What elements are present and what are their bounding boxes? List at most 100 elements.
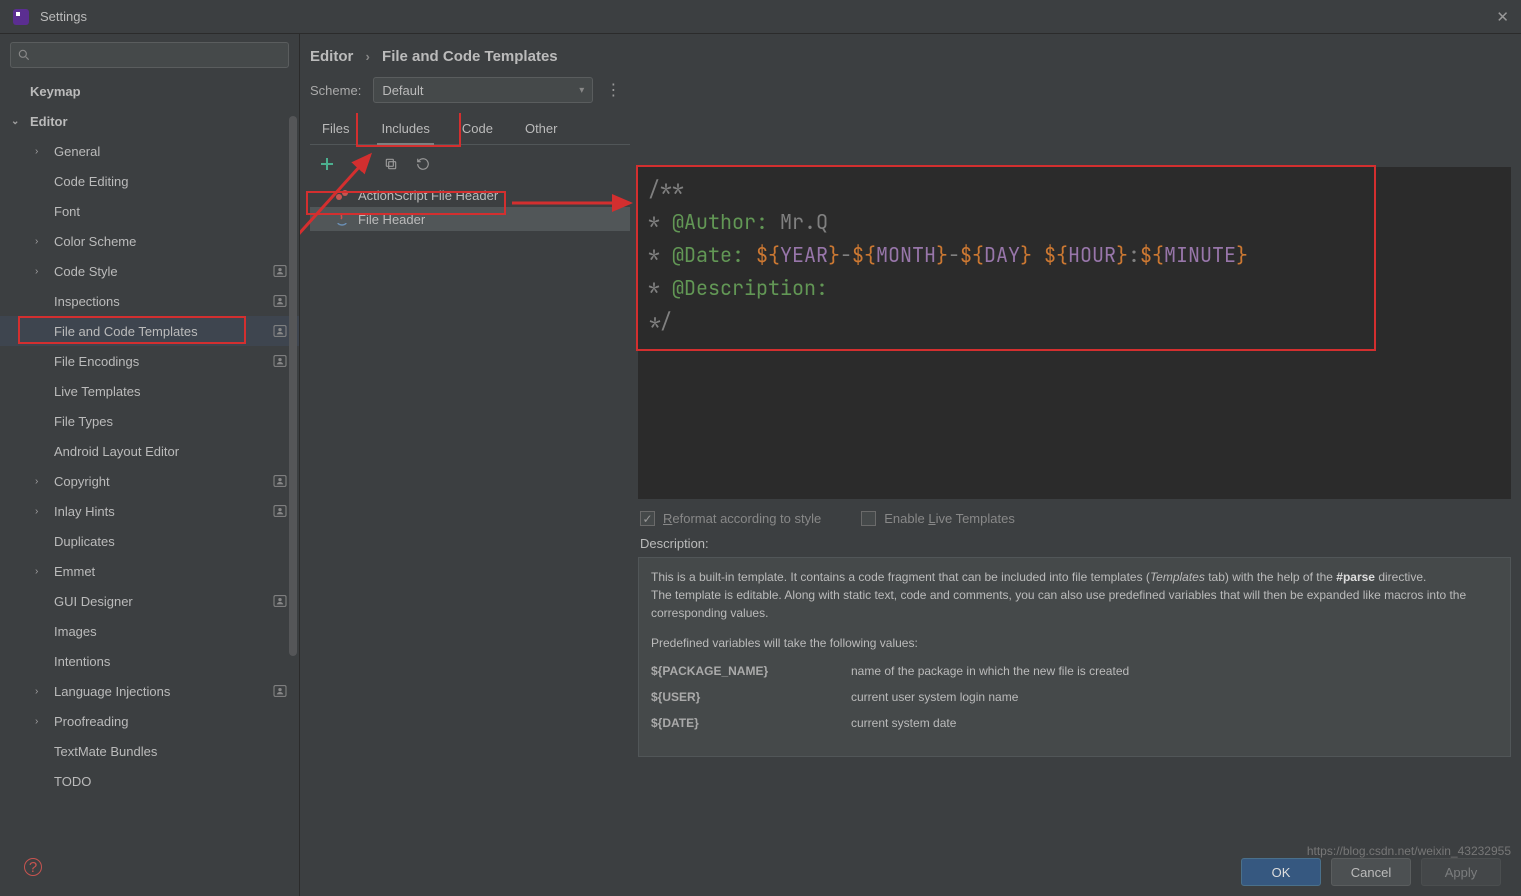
tree-item-emmet[interactable]: ›Emmet — [0, 556, 299, 586]
variable-row: ${PACKAGE_NAME}name of the package in wh… — [651, 658, 1498, 684]
search-box[interactable] — [10, 42, 289, 68]
template-item-label: ActionScript File Header — [358, 188, 498, 203]
apply-button[interactable]: Apply — [1421, 858, 1501, 886]
code: DAY — [984, 242, 1020, 268]
tree-item-todo[interactable]: TODO — [0, 766, 299, 796]
copy-template-button[interactable] — [382, 155, 400, 173]
tab-files[interactable]: Files — [318, 117, 353, 144]
tree-item-code-style[interactable]: ›Code Style — [0, 256, 299, 286]
label: Inspections — [54, 294, 120, 309]
tabs: Files Includes Code Other — [310, 113, 630, 145]
tree-item-color-scheme[interactable]: ›Color Scheme — [0, 226, 299, 256]
search-input[interactable] — [35, 48, 282, 63]
tree-item-font[interactable]: Font — [0, 196, 299, 226]
code: * — [648, 275, 672, 301]
description-box[interactable]: This is a built-in template. It contains… — [638, 557, 1511, 757]
tree-item-keymap[interactable]: Keymap — [0, 76, 299, 106]
tree-item-file-encodings[interactable]: File Encodings — [0, 346, 299, 376]
label: Reformat according to style — [663, 511, 821, 526]
label: Inlay Hints — [54, 504, 115, 519]
label: File Types — [54, 414, 113, 429]
chevron-down-icon: ▾ — [579, 85, 584, 96]
search-icon — [17, 48, 31, 62]
tab-other[interactable]: Other — [521, 117, 562, 144]
template-editor[interactable]: /** * @Author: Mr.Q * @Date: ${YEAR}-${M… — [638, 167, 1511, 499]
tree-item-code-editing[interactable]: Code Editing — [0, 166, 299, 196]
tree-item-language-injections[interactable]: ›Language Injections — [0, 676, 299, 706]
profile-icon — [271, 262, 289, 280]
tree-item-editor[interactable]: ⌄Editor — [0, 106, 299, 136]
scrollbar-thumb[interactable] — [289, 116, 297, 656]
tree-item-gui-designer[interactable]: GUI Designer — [0, 586, 299, 616]
variable-desc: current user system login name — [851, 688, 1018, 706]
code: ${ — [960, 242, 984, 268]
breadcrumb-b: File and Code Templates — [382, 48, 558, 65]
template-file-header[interactable]: File Header — [310, 207, 630, 231]
ok-button[interactable]: OK — [1241, 858, 1321, 886]
revert-template-button[interactable] — [414, 155, 432, 173]
code: @Author: — [672, 209, 780, 235]
chevron-right-icon: › — [35, 146, 38, 157]
help-icon[interactable]: ? — [24, 858, 42, 876]
tree-item-duplicates[interactable]: Duplicates — [0, 526, 299, 556]
desc-p1: This is a built-in template. It contains… — [651, 568, 1498, 586]
code: MONTH — [876, 242, 936, 268]
tree-item-images[interactable]: Images — [0, 616, 299, 646]
tree-item-file-types[interactable]: File Types — [0, 406, 299, 436]
label: Android Layout Editor — [54, 444, 179, 459]
chevron-down-icon: ⌄ — [11, 116, 19, 127]
more-actions-icon[interactable]: ⋮ — [605, 80, 622, 100]
desc-p3: Predefined variables will take the follo… — [651, 634, 1498, 652]
editor-options: Reformat according to style Enable Live … — [638, 499, 1511, 534]
code: ${ — [1140, 242, 1164, 268]
tree-item-inspections[interactable]: Inspections — [0, 286, 299, 316]
settings-tree: Keymap ⌄Editor ›GeneralCode EditingFont›… — [0, 76, 299, 896]
code: ${ — [852, 242, 876, 268]
actionscript-icon — [334, 187, 350, 203]
close-icon[interactable]: ✕ — [1496, 8, 1509, 26]
sidebar-scrollbar[interactable] — [289, 116, 297, 886]
tree-item-textmate-bundles[interactable]: TextMate Bundles — [0, 736, 299, 766]
tree-item-live-templates[interactable]: Live Templates — [0, 376, 299, 406]
code: } — [1236, 242, 1248, 268]
tab-code[interactable]: Code — [458, 117, 497, 144]
tree-item-copyright[interactable]: ›Copyright — [0, 466, 299, 496]
tree-item-android-layout-editor[interactable]: Android Layout Editor — [0, 436, 299, 466]
code: - — [948, 242, 960, 268]
breadcrumb-a[interactable]: Editor — [310, 48, 353, 65]
code: } — [1116, 242, 1128, 268]
tree-item-inlay-hints[interactable]: ›Inlay Hints — [0, 496, 299, 526]
chevron-right-icon: › — [35, 266, 38, 277]
template-list: ActionScript File Header File Header — [310, 183, 630, 231]
java-icon — [334, 211, 350, 227]
label: TextMate Bundles — [54, 744, 157, 759]
label: TODO — [54, 774, 91, 789]
tree-item-general[interactable]: ›General — [0, 136, 299, 166]
label: File and Code Templates — [54, 324, 198, 339]
reformat-checkbox[interactable]: Reformat according to style — [640, 511, 821, 526]
code: - — [840, 242, 852, 268]
code: * — [648, 209, 672, 235]
profile-icon — [271, 322, 289, 340]
profile-icon — [271, 472, 289, 490]
tab-includes[interactable]: Includes — [377, 117, 433, 144]
label: Proofreading — [54, 714, 128, 729]
tree-item-proofreading[interactable]: ›Proofreading — [0, 706, 299, 736]
dialog-buttons: OK Cancel Apply — [1241, 858, 1501, 886]
template-actionscript-header[interactable]: ActionScript File Header — [310, 183, 630, 207]
scheme-dropdown[interactable]: Default ▾ — [373, 77, 593, 103]
cancel-button[interactable]: Cancel — [1331, 858, 1411, 886]
tree-item-intentions[interactable]: Intentions — [0, 646, 299, 676]
code: Mr.Q — [780, 209, 828, 235]
templates-panel: Files Includes Code Other − — [310, 113, 630, 896]
remove-template-button[interactable]: − — [350, 155, 368, 173]
tree-item-file-and-code-templates[interactable]: File and Code Templates — [0, 316, 299, 346]
scheme-label: Scheme: — [310, 83, 361, 98]
label: Code Editing — [54, 174, 128, 189]
template-item-label: File Header — [358, 212, 425, 227]
code: YEAR — [780, 242, 828, 268]
add-template-button[interactable] — [318, 155, 336, 173]
live-templates-checkbox[interactable]: Enable Live Templates — [861, 511, 1015, 526]
variable-name: ${PACKAGE_NAME} — [651, 662, 791, 680]
profile-icon — [271, 682, 289, 700]
